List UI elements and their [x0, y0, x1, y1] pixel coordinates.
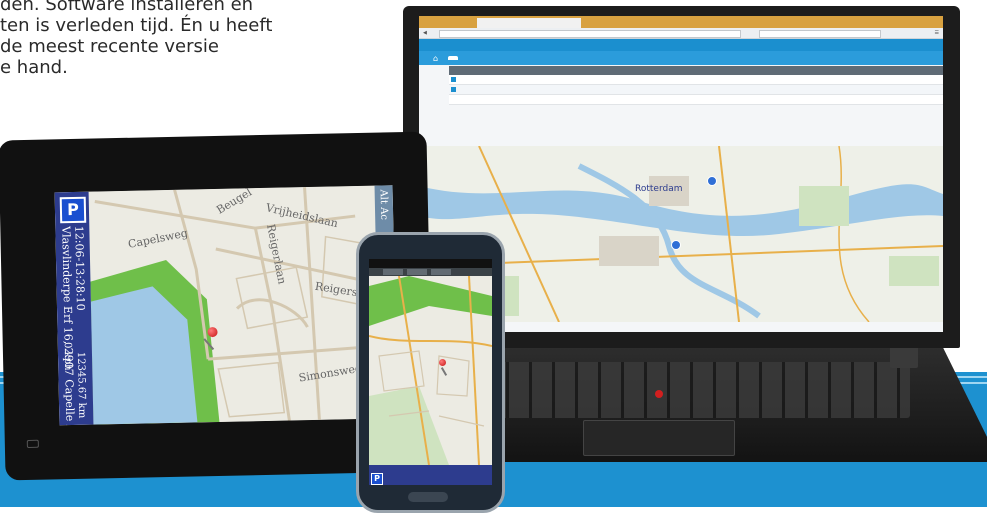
nav-tab[interactable] [476, 56, 486, 60]
side-panel-label[interactable]: Alt Ac [378, 189, 390, 220]
back-icon[interactable]: ◀ [423, 28, 427, 38]
phone-tab[interactable] [383, 269, 403, 275]
promo-line: den. Software installeren en [0, 0, 254, 15]
app-top-bar [419, 39, 943, 51]
menu-icon[interactable]: ☰ [935, 28, 939, 38]
panel-speed: 0 kph [61, 342, 74, 371]
phone-info-panel: P [369, 465, 492, 485]
laptop-keyboard [440, 362, 910, 418]
parking-icon: P [371, 473, 383, 485]
phone: P [356, 232, 505, 513]
panel-time: 12:06-13:28:10 [72, 225, 88, 311]
promo-line: ten is verleden tijd. Én u heeft [0, 15, 273, 36]
phone-tab[interactable] [431, 269, 451, 275]
phone-screen: P [369, 259, 492, 485]
app-nav: ⌂ [419, 51, 943, 65]
nav-tab[interactable] [462, 56, 472, 60]
table-row[interactable] [449, 85, 943, 95]
tablet-screen: Capelsweg Vrijheidslaan Beugel Reigersho… [54, 185, 398, 426]
row-checkbox[interactable] [451, 87, 456, 92]
vehicle-marker-icon[interactable] [671, 240, 681, 250]
tablet-home-button[interactable] [26, 439, 39, 448]
laptop-hinge [890, 346, 918, 368]
browser-tabstrip [419, 16, 943, 28]
promo-text: den. Software installeren en ten is verl… [0, 0, 400, 78]
vehicle-table [449, 66, 943, 105]
parking-icon: P [59, 196, 87, 224]
phone-map[interactable] [369, 276, 492, 465]
tablet-info-panel: P Vlasvlinderpe Erf 16, 2907 Capelle Aan… [54, 191, 94, 426]
nav-tab[interactable] [448, 56, 459, 60]
map-city-label: Rotterdam [635, 184, 683, 194]
phone-tab[interactable] [407, 269, 427, 275]
panel-distance: 12345.67 km [74, 351, 88, 419]
promo-line: de meest recente versie [0, 36, 219, 57]
browser-search-input[interactable] [759, 30, 881, 38]
tablet-map[interactable] [54, 185, 398, 426]
phone-tab-bar [369, 268, 492, 276]
address-bar[interactable] [439, 30, 741, 38]
phone-home-button[interactable] [408, 492, 448, 502]
browser-tab[interactable] [477, 18, 581, 28]
table-row[interactable] [449, 95, 943, 105]
row-checkbox[interactable] [451, 77, 456, 82]
laptop-trackpoint [655, 390, 663, 398]
table-row[interactable] [449, 75, 943, 85]
location-pin-icon[interactable] [439, 359, 446, 366]
promo-line: e hand. [0, 57, 68, 78]
home-icon[interactable]: ⌂ [433, 54, 438, 63]
table-header [449, 66, 943, 75]
phone-status-bar [369, 259, 492, 268]
vehicle-marker-icon[interactable] [707, 176, 717, 186]
browser-toolbar: ◀ ☰ [419, 28, 943, 39]
laptop-trackpad [583, 420, 735, 456]
